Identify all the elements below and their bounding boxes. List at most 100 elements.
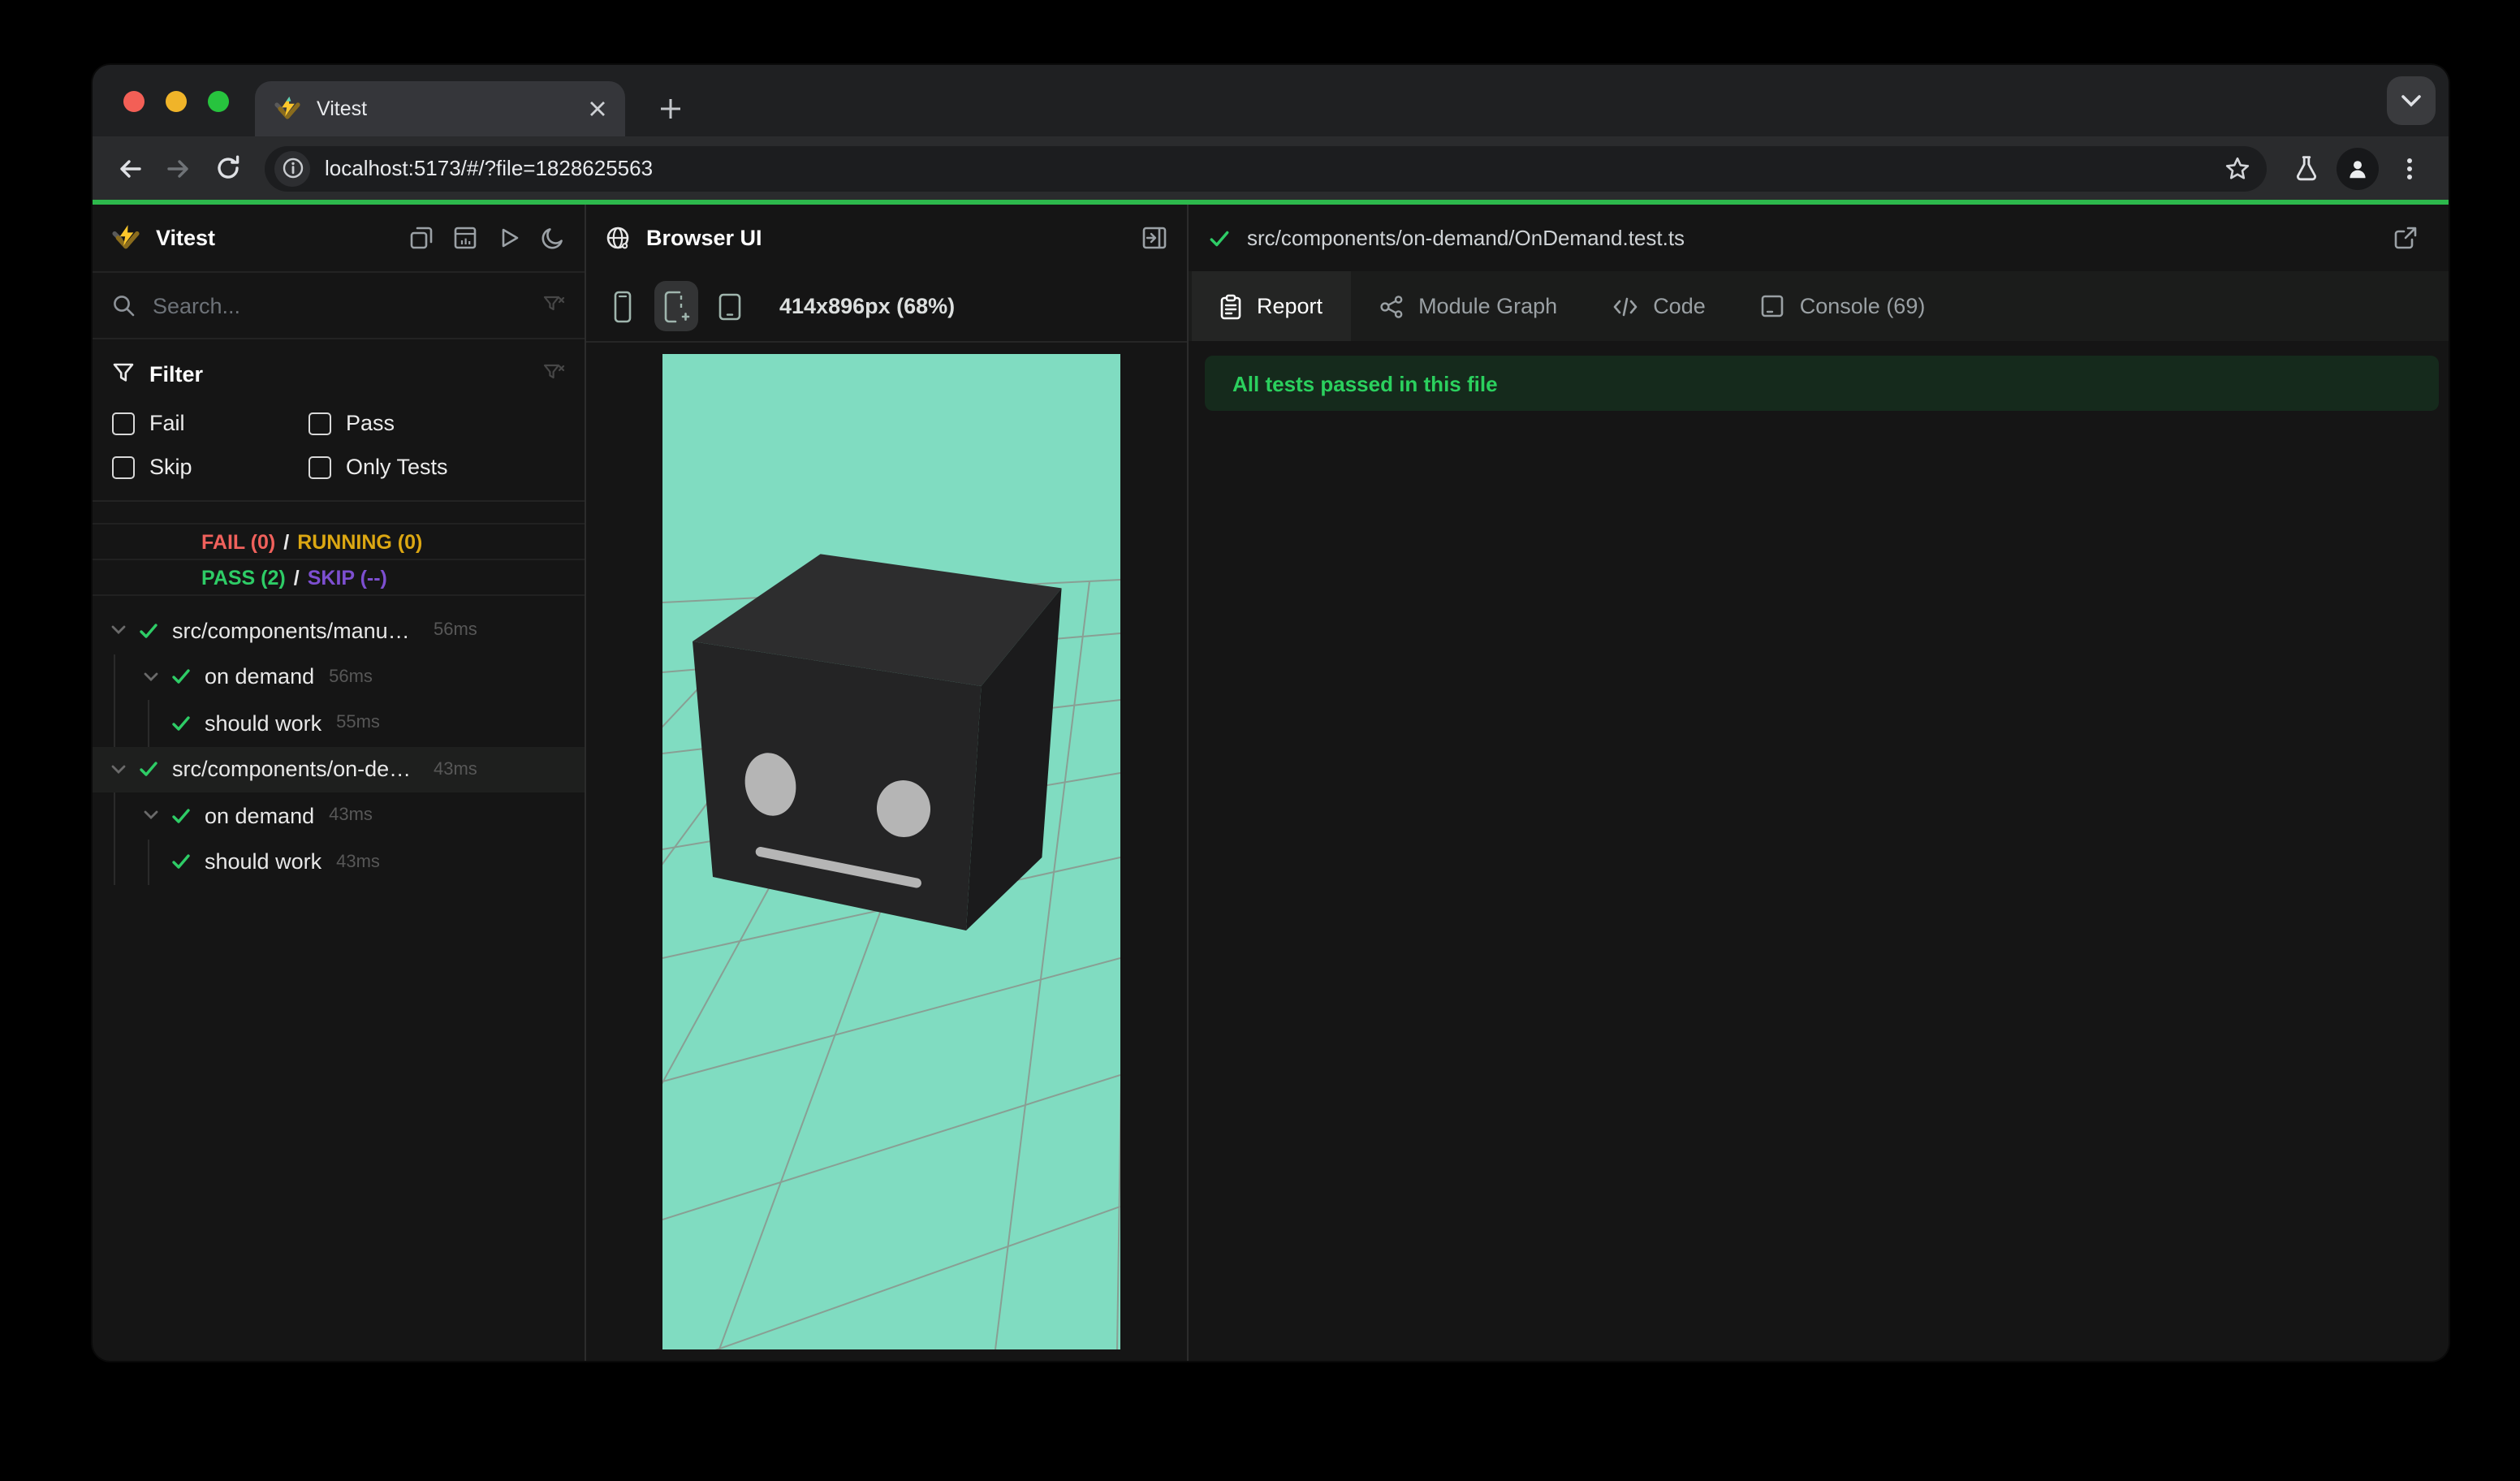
- filter-checkbox-skip[interactable]: Skip: [112, 455, 309, 479]
- chevron-down-icon[interactable]: [109, 762, 128, 778]
- robot-cube-scene: [662, 354, 1120, 1349]
- pass-count: PASS (2): [201, 566, 286, 589]
- tab-close-icon[interactable]: [583, 94, 612, 123]
- fail-count: FAIL (0): [201, 530, 276, 553]
- browser-menu-icon[interactable]: [2384, 142, 2436, 194]
- checkbox: [112, 412, 135, 434]
- checkbox: [112, 456, 135, 478]
- browser-toolbar: localhost:5173/#/?file=1828625563: [93, 136, 2449, 200]
- bookmark-star-icon[interactable]: [2218, 149, 2257, 188]
- zoom-window-button[interactable]: [208, 91, 229, 112]
- filter-funnel-icon: [113, 363, 134, 382]
- forward-button[interactable]: [154, 144, 203, 192]
- tree-row-file[interactable]: src/components/manual/… 56ms: [93, 607, 585, 654]
- window-controls: [123, 91, 229, 112]
- device-phone-custom-button[interactable]: [654, 281, 698, 331]
- test-file-path: src/components/on-demand/OnDemand.test.t…: [1247, 226, 1685, 250]
- tab-console[interactable]: Console (69): [1733, 271, 1953, 341]
- pass-check-icon: [138, 759, 159, 780]
- report-body: All tests passed in this file: [1189, 341, 2449, 1361]
- checkbox: [309, 412, 331, 434]
- tab-report[interactable]: Report: [1192, 271, 1351, 341]
- running-count: RUNNING (0): [297, 530, 423, 553]
- search-input[interactable]: [149, 291, 542, 319]
- collapse-panels-icon[interactable]: [409, 226, 434, 250]
- address-bar[interactable]: localhost:5173/#/?file=1828625563: [265, 145, 2267, 191]
- test-tree: src/components/manual/… 56ms on demand 5…: [93, 607, 585, 1361]
- tab-title: Vitest: [317, 97, 368, 120]
- sidebar: Vitest Search... Filter Fail Pass Skip O…: [93, 205, 586, 1361]
- checkbox: [309, 456, 331, 478]
- code-icon: [1613, 296, 1638, 316]
- tree-row-test[interactable]: should work 55ms: [93, 700, 585, 746]
- pass-check-icon: [138, 620, 159, 641]
- summary-line-1: FAIL (0) / RUNNING (0): [93, 525, 585, 560]
- minimize-window-button[interactable]: [166, 91, 187, 112]
- viewport-size-label: 414x896px (68%): [779, 294, 956, 318]
- new-tab-button[interactable]: [648, 86, 693, 132]
- robot-cube: [693, 554, 1062, 930]
- preview-canvas: [586, 343, 1187, 1361]
- tree-row-suite[interactable]: on demand 43ms: [93, 792, 585, 839]
- tab-strip: Vitest: [93, 65, 2449, 136]
- tested-page-iframe[interactable]: [662, 354, 1120, 1349]
- pass-check-icon: [170, 713, 192, 734]
- clear-all-filters-icon[interactable]: [542, 362, 565, 385]
- screen: Vitest localhost:5173/#/?file=1828625563…: [0, 0, 2520, 1481]
- person-icon: [2337, 147, 2379, 189]
- device-tablet-button[interactable]: [708, 281, 752, 331]
- experiments-flask-icon[interactable]: [2280, 142, 2332, 194]
- open-external-icon[interactable]: [2393, 226, 2418, 250]
- back-button[interactable]: [106, 144, 154, 192]
- device-phone-small-button[interactable]: [601, 281, 645, 331]
- tab-module-graph[interactable]: Module Graph: [1350, 271, 1585, 341]
- pass-check-icon: [170, 805, 192, 827]
- console-icon: [1762, 295, 1784, 317]
- device-toolbar: 414x896px (68%): [586, 271, 1187, 343]
- pass-check-icon: [170, 667, 192, 688]
- vitest-ui: Vitest Search... Filter Fail Pass Skip O…: [93, 205, 2449, 1361]
- clear-filter-icon[interactable]: [542, 294, 565, 317]
- filter-checkbox-pass[interactable]: Pass: [309, 411, 565, 435]
- dark-mode-moon-icon[interactable]: [541, 226, 565, 250]
- browser-ui-panel: Browser UI 414x896px (68%): [586, 205, 1189, 1361]
- dock-panel-icon[interactable]: [1141, 226, 1167, 250]
- filter-checkbox-fail[interactable]: Fail: [112, 411, 309, 435]
- run-all-play-icon[interactable]: [497, 226, 521, 250]
- vitest-logo: [112, 225, 140, 249]
- tree-row-suite[interactable]: on demand 56ms: [93, 654, 585, 700]
- pass-check-icon: [1210, 230, 1229, 246]
- filter-section: Filter Fail Pass Skip Only Tests: [93, 339, 585, 502]
- tab-search-button[interactable]: [2387, 76, 2436, 125]
- chevron-down-icon[interactable]: [141, 808, 161, 824]
- browser-tab[interactable]: Vitest: [255, 81, 625, 136]
- report-tabs: Report Module Graph Code Console (69): [1189, 271, 2449, 341]
- reload-button[interactable]: [203, 144, 252, 192]
- chevron-down-icon[interactable]: [141, 669, 161, 685]
- app-title: Vitest: [156, 226, 216, 250]
- search-row: [93, 271, 585, 339]
- browser-ui-header: Browser UI: [586, 205, 1187, 271]
- close-window-button[interactable]: [123, 91, 145, 112]
- filter-options: Fail Pass Skip Only Tests: [112, 411, 565, 479]
- pass-check-icon: [170, 852, 192, 873]
- panel-title: Browser UI: [646, 226, 762, 250]
- site-info-icon[interactable]: [274, 150, 310, 186]
- browser-window: Vitest localhost:5173/#/?file=1828625563…: [93, 65, 2449, 1361]
- tab-code[interactable]: Code: [1585, 271, 1733, 341]
- report-clipboard-icon: [1220, 293, 1241, 319]
- skip-count: SKIP (--): [307, 566, 387, 589]
- dashboard-report-icon[interactable]: [453, 226, 477, 250]
- tree-row-file-selected[interactable]: src/components/on-dema… 43ms: [93, 746, 585, 792]
- tree-row-test[interactable]: should work 43ms: [93, 839, 585, 885]
- filter-checkbox-only-tests[interactable]: Only Tests: [309, 455, 565, 479]
- report-header: src/components/on-demand/OnDemand.test.t…: [1189, 205, 2449, 271]
- sidebar-header: Vitest: [93, 205, 585, 271]
- url-text: localhost:5173/#/?file=1828625563: [325, 156, 654, 180]
- profile-avatar[interactable]: [2332, 142, 2384, 194]
- summary-line-2: PASS (2) / SKIP (--): [93, 560, 585, 596]
- all-tests-passed-banner: All tests passed in this file: [1205, 356, 2439, 411]
- module-graph-icon: [1379, 295, 1402, 317]
- chevron-down-icon[interactable]: [109, 623, 128, 639]
- filter-title: Filter: [149, 361, 204, 386]
